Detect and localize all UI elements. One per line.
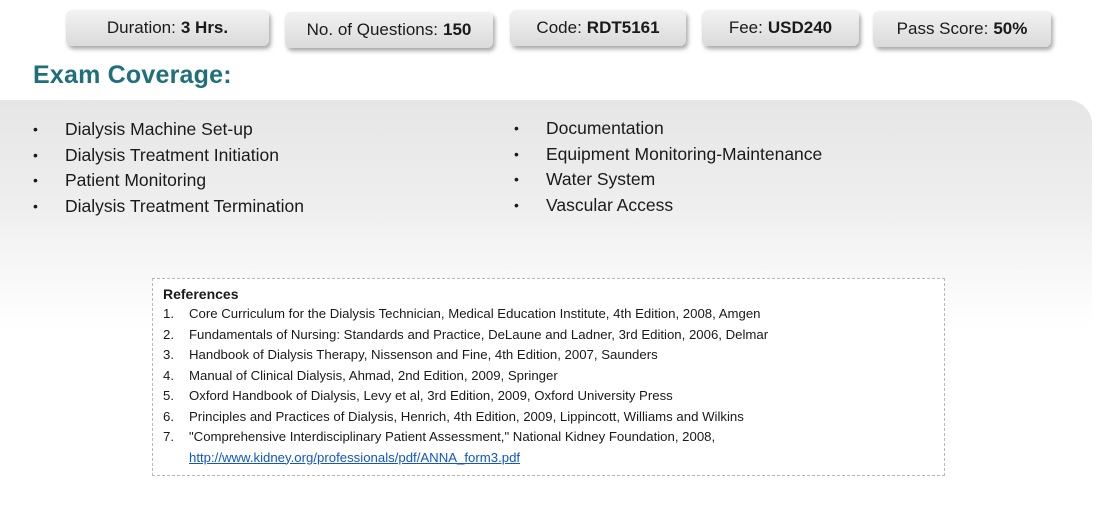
coverage-item-text: Dialysis Machine Set-up <box>65 119 253 139</box>
reference-item: 3. Handbook of Dialysis Therapy, Nissenso… <box>163 345 938 366</box>
exam-stats-bar: Duration: 3 Hrs. No. of Questions: 150 C… <box>0 10 1101 50</box>
reference-text: "Comprehensive Interdisciplinary Patient… <box>189 429 716 444</box>
reference-number: 3. <box>163 347 174 362</box>
pass-score-value: 50% <box>993 19 1028 38</box>
bullet-icon: • <box>514 120 519 136</box>
coverage-item: • Dialysis Treatment Termination <box>33 194 304 220</box>
reference-number: 5. <box>163 388 174 403</box>
fee-pill: Fee: USD240 <box>702 10 859 46</box>
coverage-item-text: Dialysis Treatment Initiation <box>65 144 279 165</box>
bullet-icon: • <box>33 121 38 137</box>
reference-text: Core Curriculum for the Dialysis Technic… <box>189 306 761 321</box>
coverage-item: • Water System <box>514 167 822 193</box>
reference-item: 5. Oxford Handbook of Dialysis, Levy et a… <box>163 386 938 407</box>
bullet-icon: • <box>514 197 519 214</box>
coverage-item-text: Equipment Monitoring-Maintenance <box>546 143 823 164</box>
references-list: 1. Core Curriculum for the Dialysis Techn… <box>163 304 938 468</box>
code-pill: Code: RDT5161 <box>510 10 686 46</box>
reference-text: Fundamentals of Nursing: Standards and P… <box>189 326 769 342</box>
reference-number: 6. <box>163 408 174 424</box>
coverage-item-text: Patient Monitoring <box>65 170 207 191</box>
coverage-list-right: • Documentation • Equipment Monitoring-Mai… <box>514 116 822 219</box>
bullet-icon: • <box>33 172 38 189</box>
code-value: RDT5161 <box>586 18 660 37</box>
coverage-item: • Dialysis Machine Set-up <box>33 117 304 143</box>
reference-text: Principles and Practices of Dialysis, He… <box>189 408 744 424</box>
questions-pill: No. of Questions: 150 <box>285 12 493 48</box>
reference-item: 2. Fundamentals of Nursing: Standards and… <box>163 325 938 346</box>
reference-number: 2. <box>163 326 174 342</box>
reference-item: 6. Principles and Practices of Dialysis, … <box>163 407 938 428</box>
coverage-item: • Patient Monitoring <box>33 168 304 194</box>
reference-text: Manual of Clinical Dialysis, Ahmad, 2nd … <box>189 367 558 383</box>
questions-value: 150 <box>442 20 472 39</box>
coverage-item-text: Vascular Access <box>546 195 674 216</box>
coverage-item: • Documentation <box>514 116 822 142</box>
coverage-item: • Dialysis Treatment Initiation <box>33 143 304 169</box>
exam-coverage-heading: Exam Coverage: <box>33 61 232 89</box>
coverage-item-text: Documentation <box>546 118 664 138</box>
pass-score-label: Pass Score: <box>896 19 989 38</box>
bullet-icon: • <box>33 146 38 163</box>
reference-text: Oxford Handbook of Dialysis, Levy et al,… <box>189 388 673 403</box>
coverage-item-text: Dialysis Treatment Termination <box>65 196 304 217</box>
reference-text: Handbook of Dialysis Therapy, Nissenson … <box>189 347 658 362</box>
pass-score-pill: Pass Score: 50% <box>873 11 1051 47</box>
reference-item: 1. Core Curriculum for the Dialysis Techn… <box>163 304 938 325</box>
coverage-item-text: Water System <box>546 169 656 190</box>
reference-number: 4. <box>163 367 174 383</box>
fee-value: USD240 <box>767 18 833 37</box>
anna-form-link[interactable]: http://www.kidney.org/professionals/pdf/… <box>189 448 938 469</box>
code-label: Code: <box>536 18 582 37</box>
bullet-icon: • <box>33 198 38 215</box>
coverage-item: • Vascular Access <box>514 193 822 219</box>
bullet-icon: • <box>514 171 519 188</box>
questions-label: No. of Questions: <box>306 20 438 39</box>
duration-label: Duration: <box>106 18 176 37</box>
references-box: References 1. Core Curriculum for the Dia… <box>152 278 945 476</box>
coverage-list-left: • Dialysis Machine Set-up • Dialysis Treat… <box>33 117 304 220</box>
references-heading: References <box>163 286 239 302</box>
fee-label: Fee: <box>728 18 763 37</box>
reference-number: 7. <box>163 429 174 444</box>
bullet-icon: • <box>514 145 519 162</box>
reference-item: 7. "Comprehensive Interdisciplinary Pati… <box>163 427 938 468</box>
duration-pill: Duration: 3 Hrs. <box>66 10 269 46</box>
reference-item: 4. Manual of Clinical Dialysis, Ahmad, 2n… <box>163 366 938 387</box>
duration-value: 3 Hrs. <box>180 18 229 37</box>
coverage-item: • Equipment Monitoring-Maintenance <box>514 142 822 168</box>
reference-number: 1. <box>163 306 174 321</box>
